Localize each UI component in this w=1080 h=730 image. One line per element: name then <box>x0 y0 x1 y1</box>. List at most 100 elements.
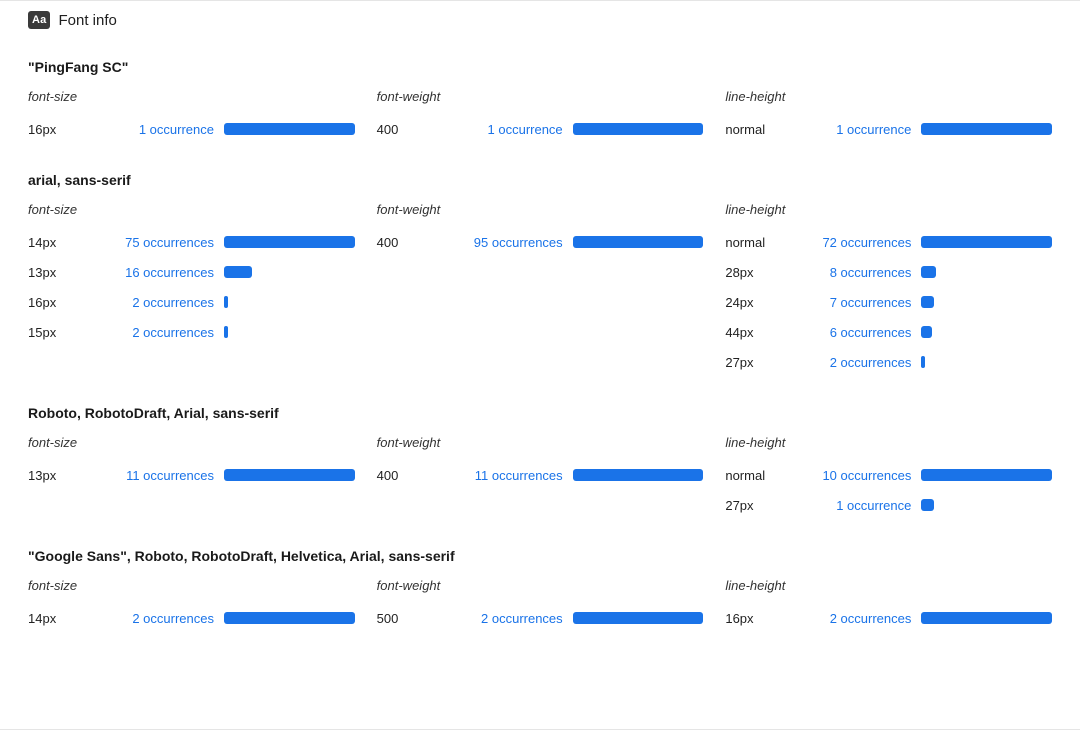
metric-value: 28px <box>725 265 819 280</box>
metric-bar <box>224 236 355 248</box>
metric-item: 14px2 occurrences <box>28 603 355 633</box>
metric-bar <box>224 123 355 135</box>
metric-header: font-weight <box>377 89 704 104</box>
metric-item: normal1 occurrence <box>725 114 1052 144</box>
metric-rows: 40095 occurrences <box>377 227 704 257</box>
metrics-row: font-size16px1 occurrencefont-weight4001… <box>28 89 1052 144</box>
metric-column-font_size: font-size 16px1 occurrence <box>28 89 377 144</box>
metric-rows: 4001 occurrence <box>377 114 704 144</box>
metric-value: normal <box>725 122 819 137</box>
metric-value: 14px <box>28 235 122 250</box>
metrics-row: font-size14px75 occurrences13px16 occurr… <box>28 202 1052 377</box>
occurrence-link[interactable]: 11 occurrences <box>471 468 573 483</box>
metric-bar <box>224 326 228 338</box>
occurrence-link[interactable]: 2 occurrences <box>471 611 573 626</box>
occurrence-link[interactable]: 7 occurrences <box>819 295 921 310</box>
metric-header: line-height <box>725 202 1052 217</box>
metric-rows: 16px1 occurrence <box>28 114 355 144</box>
occurrence-link[interactable]: 95 occurrences <box>471 235 573 250</box>
metric-item: 16px1 occurrence <box>28 114 355 144</box>
metric-header: font-size <box>28 578 355 593</box>
occurrence-link[interactable]: 2 occurrences <box>819 611 921 626</box>
metric-bar <box>573 469 704 481</box>
metric-header: font-weight <box>377 202 704 217</box>
metric-bar-track <box>573 469 704 481</box>
font-family-name: Roboto, RobotoDraft, Arial, sans-serif <box>28 405 1052 421</box>
metric-bar <box>921 326 932 338</box>
metric-header: font-weight <box>377 578 704 593</box>
font-family-name: "Google Sans", Roboto, RobotoDraft, Helv… <box>28 548 1052 564</box>
metric-bar <box>921 499 934 511</box>
occurrence-link[interactable]: 1 occurrence <box>471 122 573 137</box>
metric-value: 13px <box>28 265 122 280</box>
occurrence-link[interactable]: 2 occurrences <box>819 355 921 370</box>
metric-item: 28px8 occurrences <box>725 257 1052 287</box>
metric-bar-track <box>224 296 355 308</box>
font-block: "Google Sans", Roboto, RobotoDraft, Helv… <box>6 526 1074 639</box>
metric-bar <box>224 612 355 624</box>
metric-header: font-size <box>28 89 355 104</box>
panel-header: Aa Font info <box>6 1 1074 37</box>
metric-header: font-size <box>28 202 355 217</box>
occurrence-link[interactable]: 1 occurrence <box>819 122 921 137</box>
metric-value: 27px <box>725 355 819 370</box>
metric-value: 15px <box>28 325 122 340</box>
metric-column-font_weight: font-weight 5002 occurrences <box>377 578 726 633</box>
occurrence-link[interactable]: 2 occurrences <box>122 325 224 340</box>
occurrence-link[interactable]: 16 occurrences <box>122 265 224 280</box>
occurrence-link[interactable]: 8 occurrences <box>819 265 921 280</box>
metric-value: 14px <box>28 611 122 626</box>
metric-bar <box>573 236 704 248</box>
metric-rows: 13px11 occurrences <box>28 460 355 490</box>
metric-column-line_height: line-height 16px2 occurrences <box>725 578 1052 633</box>
metric-rows: 5002 occurrences <box>377 603 704 633</box>
metric-value: 24px <box>725 295 819 310</box>
metric-bar <box>921 612 1052 624</box>
metric-bar-track <box>921 499 1052 511</box>
metric-bar-track <box>921 469 1052 481</box>
metric-column-font_size: font-size 14px2 occurrences <box>28 578 377 633</box>
metric-item: 13px11 occurrences <box>28 460 355 490</box>
metric-value: normal <box>725 468 819 483</box>
occurrence-link[interactable]: 6 occurrences <box>819 325 921 340</box>
metric-bar-track <box>921 236 1052 248</box>
occurrence-link[interactable]: 10 occurrences <box>819 468 921 483</box>
metric-column-line_height: line-heightnormal1 occurrence <box>725 89 1052 144</box>
metric-item: 44px6 occurrences <box>725 317 1052 347</box>
metric-bar-track <box>921 296 1052 308</box>
metric-bar-track <box>573 123 704 135</box>
metric-value: 400 <box>377 122 471 137</box>
metric-bar <box>921 123 1052 135</box>
font-block: Roboto, RobotoDraft, Arial, sans-seriffo… <box>6 383 1074 526</box>
metric-item: 27px2 occurrences <box>725 347 1052 377</box>
metric-item: 27px1 occurrence <box>725 490 1052 520</box>
font-family-name: arial, sans-serif <box>28 172 1052 188</box>
metrics-row: font-size14px2 occurrencesfont-weight500… <box>28 578 1052 633</box>
occurrence-link[interactable]: 75 occurrences <box>122 235 224 250</box>
metric-value: normal <box>725 235 819 250</box>
occurrence-link[interactable]: 11 occurrences <box>122 468 224 483</box>
metric-column-font_weight: font-weight 4001 occurrence <box>377 89 726 144</box>
occurrence-link[interactable]: 2 occurrences <box>122 295 224 310</box>
metric-item: 16px2 occurrences <box>725 603 1052 633</box>
metric-bar-track <box>573 612 704 624</box>
metric-bar-track <box>224 612 355 624</box>
metric-rows: normal1 occurrence <box>725 114 1052 144</box>
metric-rows: normal10 occurrences27px1 occurrence <box>725 460 1052 520</box>
metric-value: 16px <box>28 295 122 310</box>
panel-title: Font info <box>58 12 116 29</box>
metric-bar <box>921 266 936 278</box>
metric-bar <box>921 296 934 308</box>
occurrence-link[interactable]: 1 occurrence <box>122 122 224 137</box>
occurrence-link[interactable]: 72 occurrences <box>819 235 921 250</box>
metric-value: 13px <box>28 468 122 483</box>
occurrence-link[interactable]: 1 occurrence <box>819 498 921 513</box>
metric-bar <box>921 356 925 368</box>
metric-item: 14px75 occurrences <box>28 227 355 257</box>
occurrence-link[interactable]: 2 occurrences <box>122 611 224 626</box>
font-blocks: "PingFang SC"font-size16px1 occurrencefo… <box>6 37 1074 639</box>
metric-header: line-height <box>725 578 1052 593</box>
metric-bar-track <box>921 326 1052 338</box>
metric-item: 5002 occurrences <box>377 603 704 633</box>
metric-item: normal10 occurrences <box>725 460 1052 490</box>
